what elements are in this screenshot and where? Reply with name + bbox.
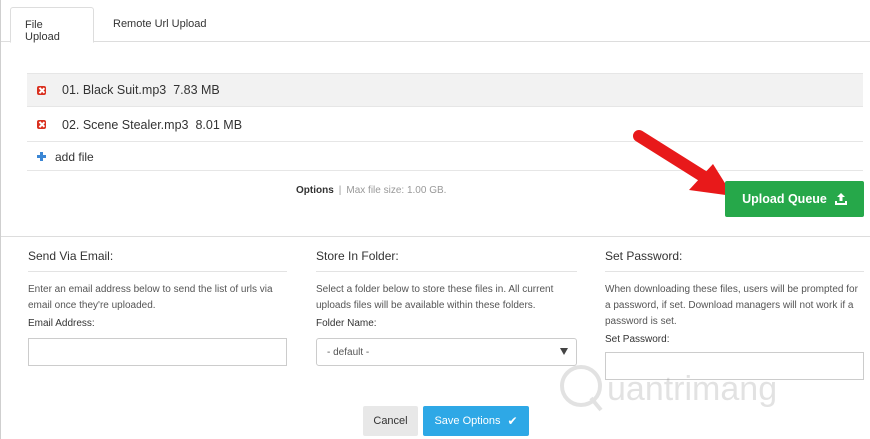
folder-field-label: Folder Name: <box>316 318 377 329</box>
folder-section-title: Store In Folder: <box>316 249 577 272</box>
email-section-title: Send Via Email: <box>28 249 287 272</box>
options-link[interactable]: Options <box>296 185 334 196</box>
folder-section-description: Select a folder below to store these fil… <box>316 284 554 311</box>
file-size: 7.83 MB <box>173 83 220 97</box>
file-row: 01. Black Suit.mp3 7.83 MB <box>27 73 863 107</box>
file-size: 8.01 MB <box>195 117 243 132</box>
upload-queue-label: Upload Queue <box>742 192 827 206</box>
email-section: Send Via Email: Enter an email address b… <box>28 249 287 336</box>
password-section: Set Password: When downloading these fil… <box>605 249 864 352</box>
remove-file-icon[interactable] <box>37 85 46 95</box>
folder-section: Store In Folder: Select a folder below t… <box>316 249 577 336</box>
options-line: Options | Max file size: 1.00 GB. <box>296 185 446 196</box>
tab-remote-url-upload[interactable]: Remote Url Upload <box>99 7 221 43</box>
watermark-logo: uantrimang <box>560 365 777 412</box>
separator: | <box>338 185 342 196</box>
section-divider <box>1 236 870 237</box>
cancel-button[interactable]: Cancel <box>363 406 418 436</box>
svg-text:uantrimang: uantrimang <box>607 370 777 408</box>
folder-selected-value: - default - <box>327 347 370 358</box>
upload-queue-button[interactable]: Upload Queue <box>725 181 864 217</box>
email-field-label: Email Address: <box>28 318 95 329</box>
remove-file-icon[interactable] <box>37 120 46 129</box>
plus-icon <box>37 152 46 161</box>
add-file-link[interactable]: add file <box>55 150 94 164</box>
save-options-button[interactable]: Save Options ✔ <box>423 406 529 436</box>
file-name: 01. Black Suit.mp3 <box>62 83 167 97</box>
email-section-description: Enter an email address below to send the… <box>28 284 273 311</box>
password-section-title: Set Password: <box>605 249 864 272</box>
max-file-size: Max file size: 1.00 GB. <box>346 185 447 196</box>
chevron-down-icon <box>560 348 568 355</box>
folder-select[interactable]: - default - <box>316 338 577 366</box>
file-name: 02. Scene Stealer.mp3 <box>62 117 189 132</box>
email-field[interactable] <box>28 338 287 366</box>
upload-icon <box>834 193 847 205</box>
tab-bar: File Upload Remote Url Upload <box>1 0 870 43</box>
password-field-label: Set Password: <box>605 334 670 345</box>
check-icon: ✔ <box>507 414 518 428</box>
password-section-description: When downloading these files, users will… <box>605 284 858 327</box>
upload-panel: File Upload Remote Url Upload 01. Black … <box>0 0 870 439</box>
save-options-label: Save Options <box>434 415 501 427</box>
tab-file-upload[interactable]: File Upload <box>10 7 94 43</box>
